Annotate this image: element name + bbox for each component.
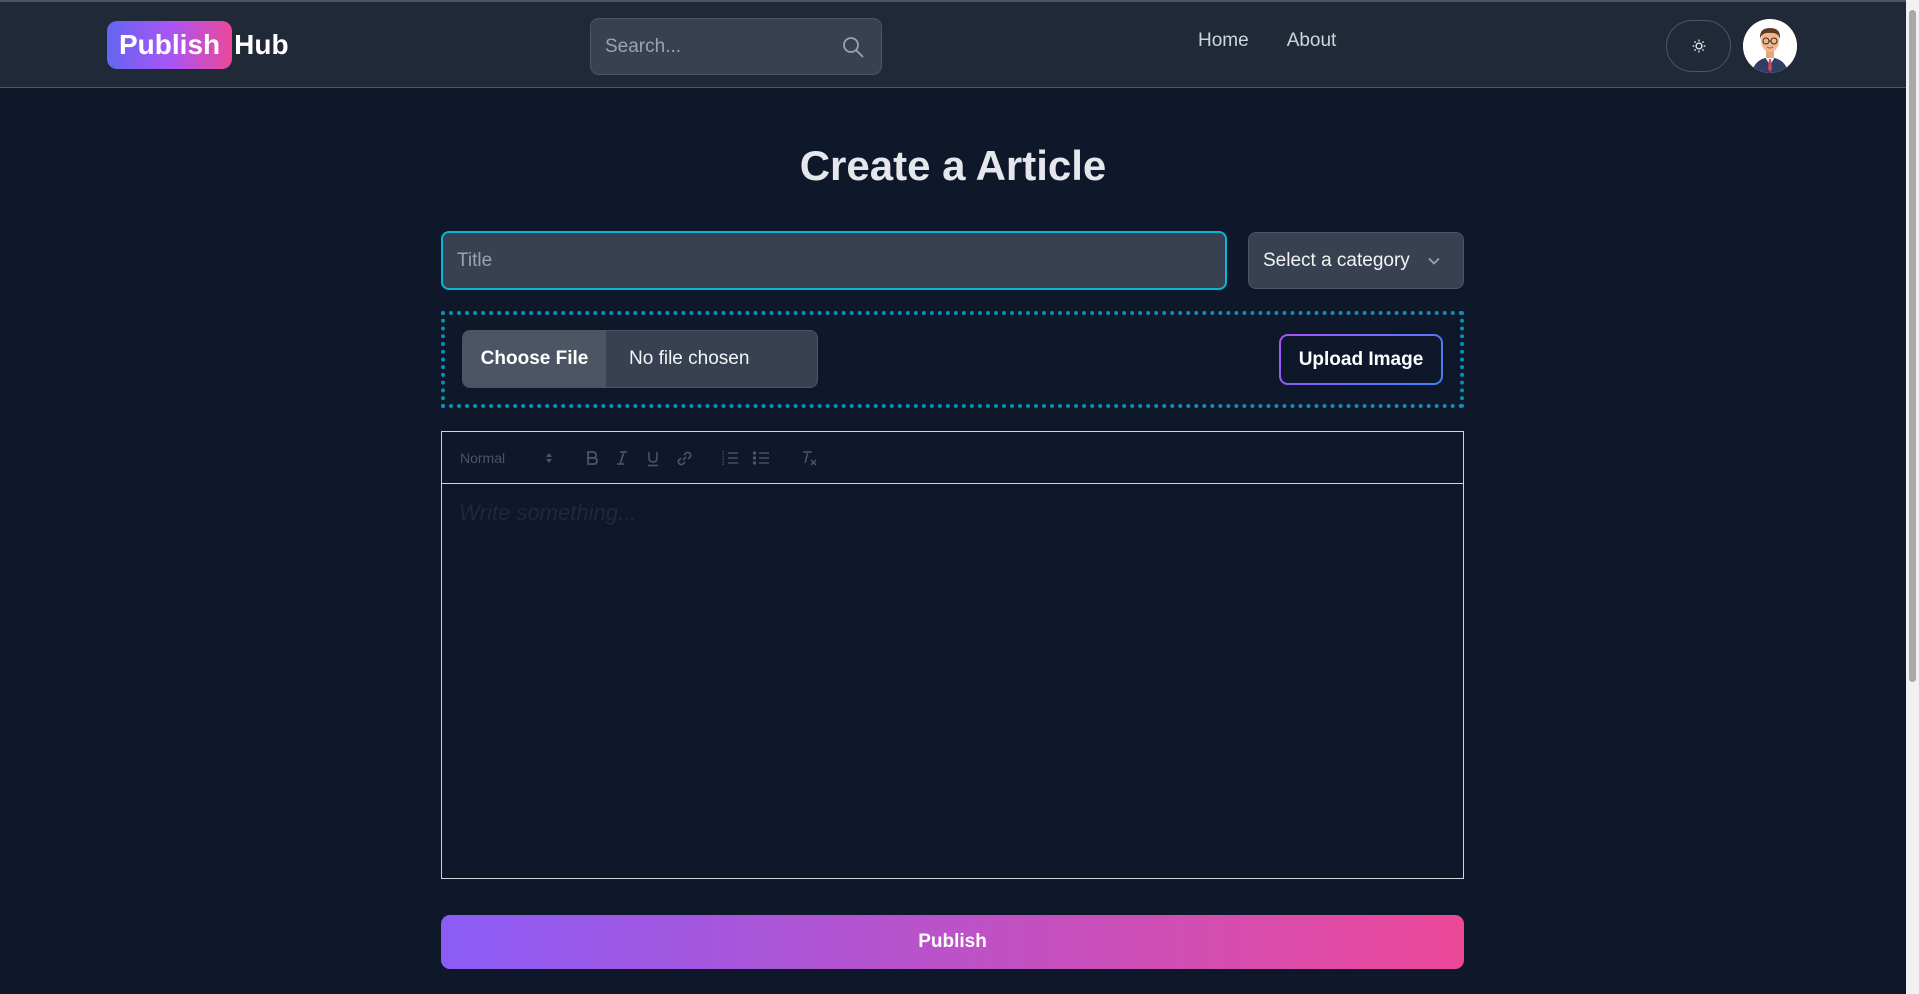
upload-image-button[interactable]: Upload Image bbox=[1279, 334, 1443, 385]
search-box bbox=[590, 18, 882, 75]
underline-button[interactable] bbox=[644, 449, 662, 467]
svg-text:3: 3 bbox=[722, 461, 725, 466]
scrollbar-thumb[interactable] bbox=[1909, 10, 1916, 682]
italic-icon bbox=[617, 451, 627, 465]
chevron-down-icon bbox=[1428, 257, 1440, 265]
clear-format-button[interactable] bbox=[799, 449, 819, 467]
nav-link-home[interactable]: Home bbox=[1198, 30, 1249, 52]
publish-button[interactable]: Publish bbox=[441, 915, 1464, 969]
file-input[interactable]: Choose File No file chosen bbox=[462, 330, 818, 388]
editor-toolbar: Normal 1 2 3 bbox=[442, 432, 1463, 484]
underline-icon bbox=[648, 451, 658, 466]
clear-format-icon bbox=[803, 451, 817, 466]
category-select[interactable]: Select a category bbox=[1248, 232, 1464, 289]
bold-button[interactable] bbox=[583, 449, 601, 467]
image-upload-area: Choose File No file chosen Upload Image bbox=[441, 311, 1464, 408]
bullet-list-icon bbox=[752, 451, 769, 465]
bullet-list-button[interactable] bbox=[751, 449, 771, 467]
sun-icon bbox=[1692, 39, 1705, 53]
file-status-text: No file chosen bbox=[629, 348, 750, 369]
search-icon[interactable] bbox=[841, 35, 865, 59]
choose-file-button[interactable]: Choose File bbox=[463, 331, 606, 387]
title-input[interactable] bbox=[441, 231, 1227, 290]
heading-select-label: Normal bbox=[460, 450, 506, 466]
editor-content-area[interactable]: Write something... bbox=[442, 484, 1463, 878]
user-avatar-icon bbox=[1743, 19, 1797, 73]
avatar[interactable] bbox=[1743, 19, 1797, 73]
upload-image-label: Upload Image bbox=[1281, 336, 1441, 383]
bold-icon bbox=[587, 451, 598, 465]
page-title: Create a Article bbox=[799, 142, 1107, 189]
logo-primary: Publish bbox=[107, 21, 233, 69]
heading-select[interactable]: Normal bbox=[460, 449, 554, 467]
link-icon bbox=[676, 451, 692, 465]
select-arrows-icon bbox=[546, 453, 552, 463]
italic-button[interactable] bbox=[613, 449, 631, 467]
link-button[interactable] bbox=[674, 449, 694, 467]
theme-toggle-button[interactable] bbox=[1666, 20, 1731, 72]
ordered-list-icon: 1 2 3 bbox=[722, 451, 738, 466]
search-input[interactable] bbox=[591, 19, 831, 74]
nav-link-about[interactable]: About bbox=[1287, 30, 1337, 52]
category-select-label: Select a category bbox=[1263, 249, 1410, 271]
top-navbar: Publish Hub Home About bbox=[0, 0, 1906, 88]
rich-text-editor: Normal 1 2 3 Write something... bbox=[441, 431, 1464, 879]
nav-links: Home About bbox=[1198, 30, 1336, 52]
ordered-list-button[interactable]: 1 2 3 bbox=[720, 449, 740, 467]
logo[interactable]: Publish Hub bbox=[107, 20, 289, 70]
logo-secondary: Hub bbox=[234, 29, 289, 60]
